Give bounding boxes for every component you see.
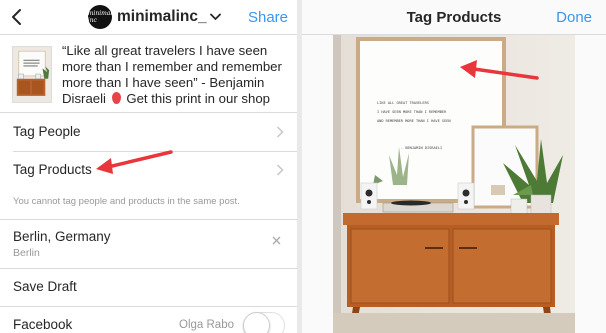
tag-products-screen: Tag Products Done LIKE ALL GREAT TRAVELE… [302,0,606,333]
facebook-account-name: Olga Rabo [179,319,234,331]
print-line-1: LIKE ALL GREAT TRAVELERS [377,101,429,105]
print-line-2: I HAVE SEEN MORE THAN I REMEMBER [377,110,447,114]
account-avatar: minimal inc [88,5,112,29]
chevron-right-icon [276,164,284,176]
tag-people-row[interactable]: Tag People [0,113,297,151]
tag-people-label: Tag People [13,124,81,139]
clear-location-icon[interactable] [272,236,281,245]
facebook-share-row: Facebook Olga Rabo [0,306,297,333]
location-sublabel: Berlin [13,247,40,259]
location-label: Berlin, Germany [13,229,111,244]
save-draft-row[interactable]: Save Draft [0,268,297,306]
red-annotation-arrow [96,150,173,174]
post-caption[interactable]: “Like all great travelers I have seen mo… [62,43,294,107]
facebook-label: Facebook [13,317,73,332]
chevron-down-icon [209,13,221,21]
chevron-right-icon [276,126,284,138]
print-line-3: AND REMEMBER MORE THAN I HAVE SEEN [377,119,451,123]
avatar-text: minimal inc [87,10,113,24]
tag-products-navbar: Tag Products Done [302,0,606,35]
account-name: minimalinc_ [117,8,207,25]
print-line-4: - BENJAMIN DISRAELI [401,146,442,150]
done-button[interactable]: Done [556,9,592,26]
location-row[interactable]: Berlin, Germany Berlin [0,219,297,268]
share-button[interactable]: Share [248,9,288,26]
account-switcher[interactable]: minimal inc minimalinc_ [88,5,221,29]
toggle-knob [243,312,270,333]
tag-products-label: Tag Products [13,162,92,177]
post-thumbnail[interactable] [12,46,52,103]
save-draft-label: Save Draft [13,279,77,294]
post-preview: “Like all great travelers I have seen mo… [0,35,297,113]
caption-tail: Get this print in our shop [126,91,270,106]
share-navbar: minimal inc minimalinc_ Share [0,0,297,35]
tagging-restriction-note: You cannot tag people and products in th… [13,196,240,207]
red-annotation-arrow [460,60,539,80]
back-arrow-icon[interactable] [8,8,26,26]
share-screen: minimal inc minimalinc_ Share “Like all … [0,0,297,333]
balloon-emoji-icon [111,92,121,104]
